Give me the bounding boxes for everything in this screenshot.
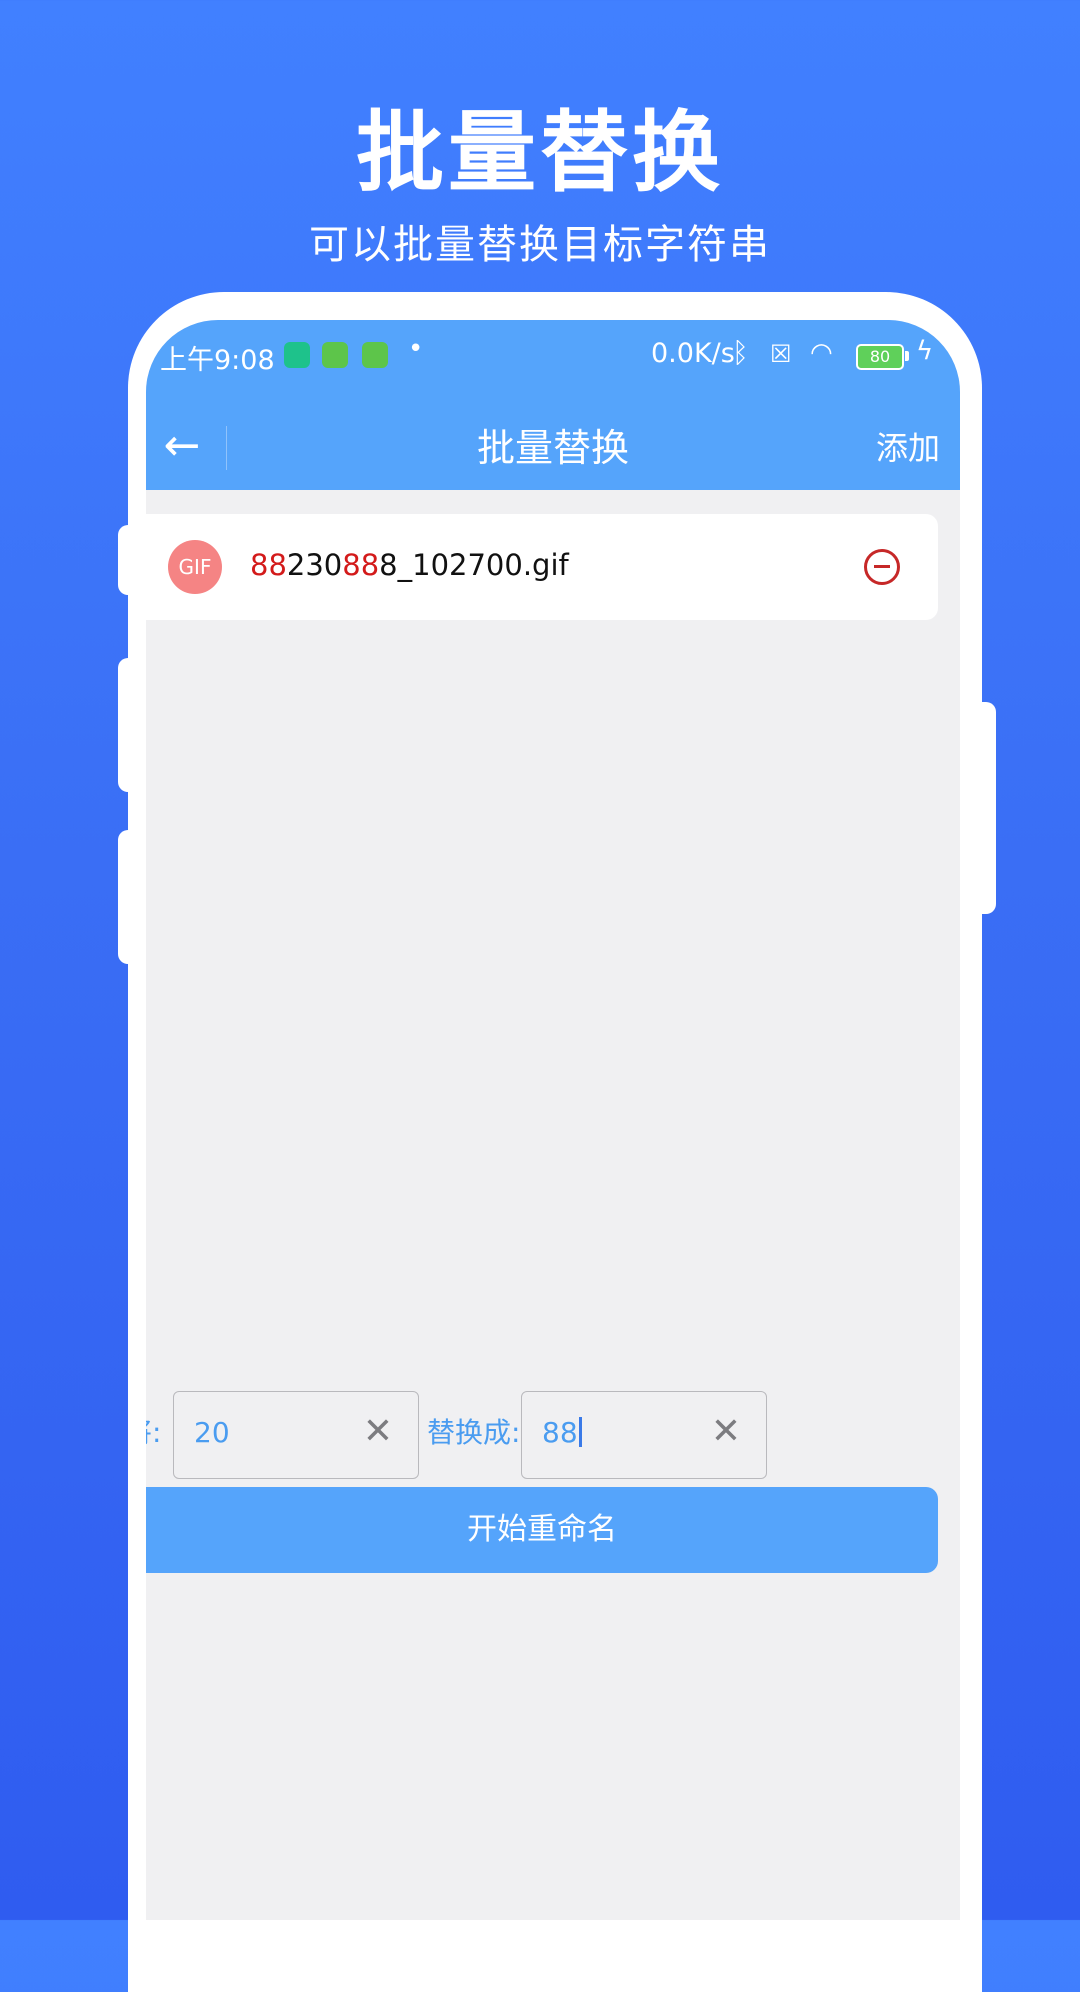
phone-side-button (118, 830, 142, 964)
wifi-icon: ◠ (810, 338, 833, 368)
file-name-part: 230 (286, 548, 343, 582)
back-arrow-icon[interactable]: ← (152, 416, 212, 476)
from-input[interactable]: 20 ✕ (173, 1391, 419, 1479)
phone-power-button (972, 702, 996, 914)
battery-tip (905, 351, 909, 361)
phone-side-button (118, 525, 142, 595)
sim-x-icon: ☒ (770, 340, 792, 368)
clear-from-icon[interactable]: ✕ (358, 1412, 398, 1452)
list-item[interactable]: GIF 88230888_102700.gif (146, 514, 938, 620)
phone-side-button (118, 658, 142, 792)
remove-circle-icon[interactable] (864, 549, 900, 585)
text-caret (578, 1417, 582, 1447)
to-label: 替换成: (427, 1416, 521, 1449)
charging-icon: ϟ (916, 336, 934, 366)
net-speed: 0.0K/s (651, 338, 735, 369)
battery-icon: 80 (856, 344, 904, 370)
start-rename-button[interactable]: 开始重命名 (146, 1487, 938, 1573)
hero-title: 批量替换 (355, 101, 724, 204)
status-bar: 上午9:08 • 0.0K/s ᛒ ☒ ◠ 80 ϟ (146, 320, 960, 406)
android-app-icon (362, 342, 388, 368)
file-name-match: 88 (342, 548, 380, 582)
phone-screen: 上午9:08 • 0.0K/s ᛒ ☒ ◠ 80 ϟ 批量替换 ← 添加 GIF… (146, 320, 960, 1920)
to-input[interactable]: 88 ✕ (521, 1391, 767, 1479)
file-name-part: 8_102700.gif (379, 548, 569, 582)
status-dot: • (408, 334, 424, 364)
file-name-match: 88 (250, 548, 287, 582)
app-bar: 批量替换 ← 添加 (146, 406, 960, 490)
clear-to-icon[interactable]: ✕ (706, 1412, 746, 1452)
to-input-value: 88 (542, 1416, 582, 1449)
from-label: 将: (146, 1416, 162, 1449)
gif-file-icon: GIF (168, 540, 222, 594)
hero-subtitle: 可以批量替换目标字符串 (309, 222, 771, 268)
page-title: 批量替换 (476, 426, 629, 470)
bluetooth-icon: ᛒ (732, 336, 749, 369)
from-input-value: 20 (194, 1416, 230, 1449)
app-bar-divider (226, 426, 227, 470)
status-time: 上午9:08 (160, 345, 275, 376)
shield-app-icon (284, 342, 310, 368)
to-input-text: 88 (542, 1416, 578, 1449)
add-button[interactable]: 添加 (876, 406, 940, 490)
file-name: 88230888_102700.gif (250, 548, 569, 582)
android-app-icon (322, 342, 348, 368)
